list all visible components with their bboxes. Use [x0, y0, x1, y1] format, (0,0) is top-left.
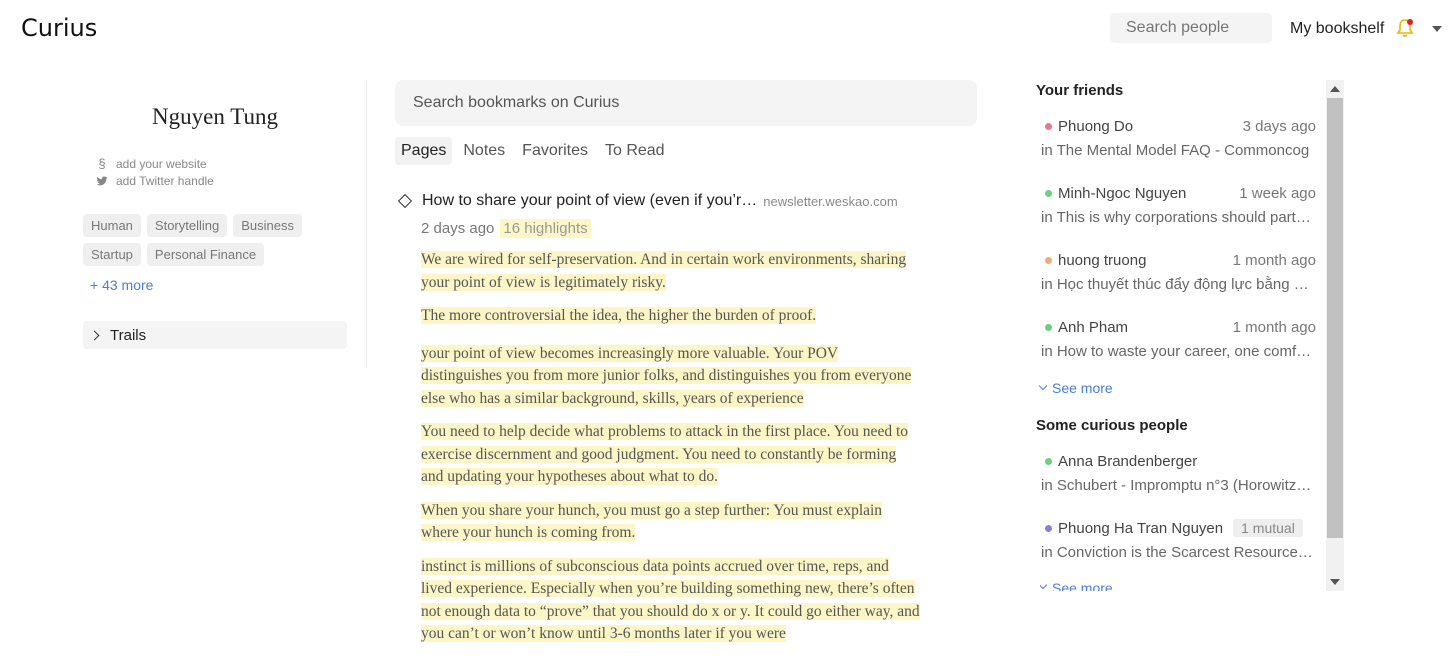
scrollbar-thumb[interactable]: [1327, 98, 1343, 538]
column-divider: [366, 80, 367, 368]
bookmark-search-input[interactable]: Search bookmarks on Curius: [395, 80, 977, 126]
more-tags-link[interactable]: + 43 more: [90, 277, 153, 293]
twitter-row[interactable]: add Twitter handle: [96, 174, 214, 188]
friend-name[interactable]: Anh Pham: [1058, 319, 1233, 336]
see-more-label: See more: [1052, 580, 1113, 591]
highlight-item: your point of view becomes increasingly …: [421, 344, 912, 407]
friend-item[interactable]: huong truong 1 month ago in Học thuyết t…: [1041, 252, 1316, 293]
tab-notes[interactable]: Notes: [457, 137, 511, 165]
highlight-item: You need to help decide what problems to…: [421, 423, 909, 485]
chevron-down-icon: [1040, 580, 1048, 590]
highlight-item: We are wired for self-preservation. And …: [421, 251, 907, 291]
friend-activity[interactable]: in This is why corporations should partn…: [1041, 209, 1316, 226]
friend-time: 1 month ago: [1232, 252, 1316, 269]
website-row[interactable]: § add your website: [96, 156, 207, 171]
bookmark-meta: 2 days ago 16 highlights: [421, 219, 591, 238]
friend-name[interactable]: Minh-Ngoc Nguyen: [1058, 185, 1239, 202]
top-bar: Curius My bookshelf: [0, 0, 1456, 56]
highlight-list: We are wired for self-preservation. And …: [421, 249, 921, 657]
curious-person-item[interactable]: Phuong Ha Tran Nguyen 1 mutual in Convic…: [1041, 519, 1316, 561]
tag-chip[interactable]: Personal Finance: [146, 243, 265, 266]
trails-toggle[interactable]: Trails: [83, 321, 347, 349]
account-dropdown-icon[interactable]: [1432, 26, 1442, 32]
friend-item[interactable]: Anh Pham 1 month ago in How to waste you…: [1041, 319, 1316, 360]
chevron-down-icon: [1038, 381, 1048, 391]
bookmark-tabs: Pages Notes Favorites To Read: [395, 137, 676, 165]
highlight-item: When you share your hunch, you must go a…: [421, 501, 883, 541]
status-dot: [1045, 257, 1052, 264]
curious-person-item[interactable]: Anna Brandenberger in Schubert - Impromp…: [1041, 453, 1316, 494]
tab-pages[interactable]: Pages: [395, 137, 453, 165]
add-website-link[interactable]: add your website: [116, 157, 207, 171]
bookmark-time: 2 days ago: [421, 220, 495, 237]
tag-chip[interactable]: Storytelling: [146, 214, 228, 237]
curious-people-title: Some curious people: [1036, 417, 1188, 434]
bell-icon[interactable]: [1396, 18, 1414, 38]
friend-item[interactable]: Minh-Ngoc Nguyen 1 week ago in This is w…: [1041, 185, 1316, 226]
friends-see-more[interactable]: See more: [1038, 380, 1113, 396]
highlight-item: instinct is millions of subconscious dat…: [421, 557, 920, 642]
status-dot: [1045, 324, 1052, 331]
status-dot: [1045, 190, 1052, 197]
diamond-icon: [397, 193, 413, 209]
tag-list: Human Storytelling Business Startup Pers…: [83, 214, 343, 266]
profile-name: Nguyen Tung: [152, 104, 278, 129]
tag-chip[interactable]: Human: [83, 214, 141, 237]
person-name[interactable]: Anna Brandenberger: [1058, 453, 1316, 470]
see-more-label: See more: [1052, 380, 1113, 396]
twitter-icon: [96, 176, 108, 185]
friend-activity[interactable]: in The Mental Model FAQ - Commoncog: [1041, 142, 1316, 159]
friend-name[interactable]: Phuong Do: [1058, 118, 1243, 135]
person-activity[interactable]: in Schubert - Impromptu n°3 (Horowitz) -…: [1041, 477, 1316, 494]
friend-name[interactable]: huong truong: [1058, 252, 1233, 269]
tag-chip[interactable]: Startup: [83, 243, 141, 266]
friend-time: 3 days ago: [1242, 118, 1316, 135]
friends-title: Your friends: [1036, 82, 1124, 99]
status-dot: [1045, 123, 1052, 130]
person-activity[interactable]: in Conviction is the Scarcest Resource: …: [1041, 544, 1316, 561]
my-bookshelf-link[interactable]: My bookshelf: [1290, 20, 1384, 38]
chevron-right-icon: [89, 330, 100, 340]
bookmark-domain: newsletter.weskao.com: [763, 193, 898, 209]
scroll-down-icon[interactable]: [1330, 579, 1340, 585]
friend-time: 1 week ago: [1239, 185, 1316, 202]
status-dot: [1045, 524, 1052, 532]
section-icon: §: [98, 156, 106, 171]
friend-time: 1 month ago: [1232, 319, 1316, 336]
sidebar-scrollbar[interactable]: [1326, 80, 1344, 591]
status-dot: [1045, 458, 1052, 465]
mutual-badge: 1 mutual: [1233, 519, 1303, 537]
person-name[interactable]: Phuong Ha Tran Nguyen: [1058, 520, 1223, 537]
highlight-count[interactable]: 16 highlights: [500, 219, 591, 238]
bookmark-title-row[interactable]: How to share your point of view (even if…: [397, 192, 898, 210]
logo[interactable]: Curius: [21, 14, 97, 42]
friend-activity[interactable]: in How to waste your career, one comfort…: [1041, 343, 1316, 360]
friend-activity[interactable]: in Học thuyết thúc đẩy động lực bằng kíc…: [1041, 276, 1316, 293]
highlight-item: The more controversial the idea, the hig…: [421, 307, 817, 324]
tab-favorites[interactable]: Favorites: [516, 137, 594, 165]
tag-chip[interactable]: Business: [233, 214, 302, 237]
friend-item[interactable]: Phuong Do 3 days ago in The Mental Model…: [1041, 118, 1316, 159]
trails-label: Trails: [110, 326, 147, 344]
search-people-input[interactable]: [1110, 13, 1272, 43]
tab-to-read[interactable]: To Read: [599, 137, 671, 165]
bookmark-title[interactable]: How to share your point of view (even if…: [422, 192, 757, 210]
scroll-up-icon[interactable]: [1330, 86, 1340, 92]
add-twitter-link[interactable]: add Twitter handle: [116, 174, 214, 188]
curious-see-more[interactable]: See more: [1040, 580, 1113, 591]
